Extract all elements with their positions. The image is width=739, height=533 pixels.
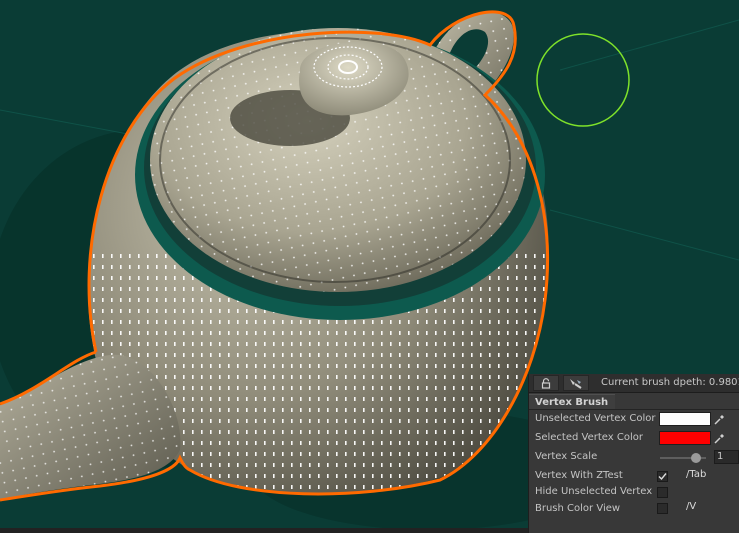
unselected-color-swatch[interactable] bbox=[659, 412, 711, 426]
unselected-color-label: Unselected Vertex Color bbox=[535, 413, 656, 424]
brush-button[interactable] bbox=[563, 375, 589, 391]
ztest-label: Vertex With ZTest bbox=[535, 470, 623, 481]
scene-viewport[interactable]: Current brush dpeth: 0.9801 Vertex Brush… bbox=[0, 0, 739, 533]
hide-unselected-label: Hide Unselected Vertex bbox=[535, 486, 653, 497]
lock-icon bbox=[541, 377, 551, 389]
lock-button[interactable] bbox=[533, 375, 559, 391]
vertex-scale-field[interactable]: 1 bbox=[714, 450, 739, 464]
brush-color-view-checkbox[interactable] bbox=[657, 503, 668, 514]
brush-color-view-shortcut: /V bbox=[686, 501, 697, 512]
eyedropper-button[interactable] bbox=[712, 431, 726, 445]
selected-color-label: Selected Vertex Color bbox=[535, 432, 643, 443]
brush-color-view-label: Brush Color View bbox=[535, 503, 621, 514]
vertex-scale-label: Vertex Scale bbox=[535, 451, 598, 462]
panel-toolbar: Current brush dpeth: 0.9801 bbox=[529, 374, 739, 393]
vertex-scale-slider[interactable] bbox=[660, 453, 706, 463]
checkmark-icon bbox=[658, 473, 667, 481]
ztest-checkbox[interactable] bbox=[657, 471, 668, 482]
tab-vertex-brush[interactable]: Vertex Brush bbox=[529, 394, 616, 410]
eyedropper-button[interactable] bbox=[712, 412, 726, 426]
slider-thumb[interactable] bbox=[690, 453, 701, 463]
ztest-shortcut: /Tab bbox=[686, 469, 707, 480]
selected-color-swatch[interactable] bbox=[659, 431, 711, 445]
brush-depth-label: Current brush dpeth: 0.9801 bbox=[601, 377, 739, 388]
eyedropper-icon bbox=[713, 414, 724, 425]
eyedropper-icon bbox=[713, 433, 724, 444]
hide-unselected-checkbox[interactable] bbox=[657, 487, 668, 498]
brush-icon bbox=[570, 378, 582, 389]
